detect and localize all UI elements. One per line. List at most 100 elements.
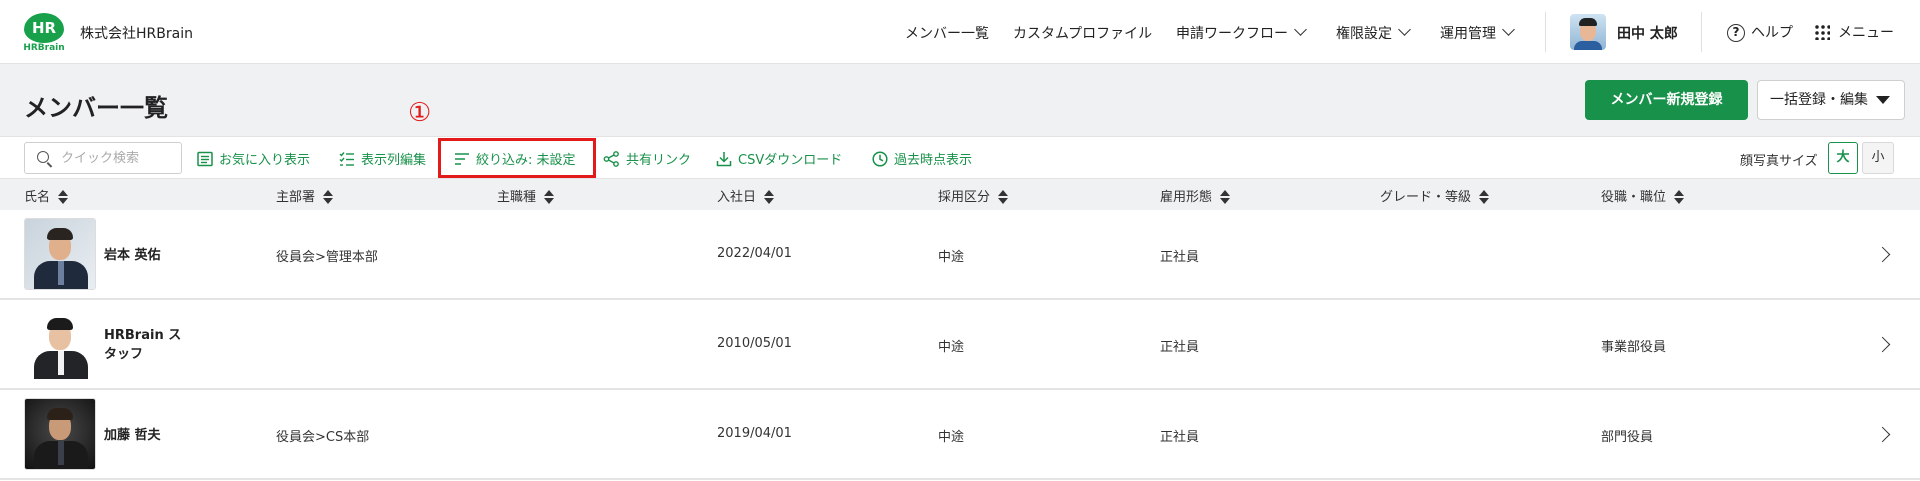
- column-header-label: 役職・職位: [1601, 190, 1667, 205]
- chevron-down-icon: [1398, 23, 1411, 36]
- column-header-label: 主職種: [497, 190, 537, 205]
- column-header-name[interactable]: 氏名: [24, 186, 69, 205]
- photo-size-label: 顔写真サイズ: [1740, 154, 1818, 169]
- avatar-shirt: [1574, 41, 1602, 50]
- chevron-right-icon[interactable]: [1874, 336, 1891, 353]
- chevron-right-icon[interactable]: [1874, 246, 1891, 263]
- nav-label: 権限設定: [1336, 26, 1392, 42]
- edit-columns-button[interactable]: 表示列編集: [339, 149, 426, 169]
- list-icon: [197, 151, 213, 166]
- sort-icon: [58, 189, 69, 204]
- title-bar: メンバー一覧 メンバー新規登録 一括登録・編集: [0, 64, 1920, 136]
- avatar-hair: [1579, 18, 1597, 26]
- nav-label: 運用管理: [1440, 26, 1496, 42]
- company-name: 株式会社HRBrain: [80, 26, 193, 42]
- list-toolbar: お気に入り表示 表示列編集 絞り込み: 未設定 共有リンク CSVダウンロード …: [0, 136, 1920, 178]
- member-name[interactable]: 加藤 哲夫: [104, 426, 184, 445]
- nav-permissions[interactable]: 権限設定: [1336, 23, 1411, 43]
- caret-down-icon: [1876, 96, 1890, 104]
- sort-icon: [998, 189, 1009, 204]
- search-input[interactable]: [61, 149, 176, 167]
- sort-icon: [764, 189, 775, 204]
- member-photo: [24, 218, 96, 290]
- member-department: 役員会>管理本部: [276, 250, 378, 265]
- photo-size-large-button[interactable]: 大: [1828, 142, 1858, 174]
- member-join-date: 2010/05/01: [717, 336, 792, 351]
- menu-label: メニュー: [1838, 25, 1894, 41]
- past-view-button[interactable]: 過去時点表示: [872, 149, 972, 169]
- table-header: 氏名 主部署 主職種 入社日 採用区分 雇用形態 グレード・等級 役職・職位: [0, 178, 1920, 210]
- chevron-down-icon: [1294, 23, 1307, 36]
- member-employment: 正社員: [1160, 340, 1200, 355]
- member-name[interactable]: HRBrain スタッフ: [104, 326, 184, 364]
- member-hiring: 中途: [938, 430, 965, 445]
- share-label: 共有リンク: [626, 153, 692, 168]
- sort-icon: [544, 189, 555, 204]
- grid-icon: [1814, 24, 1830, 40]
- member-employment: 正社員: [1160, 430, 1200, 445]
- add-member-button[interactable]: メンバー新規登録: [1585, 80, 1748, 120]
- app-header: HR HRBrain 株式会社HRBrain メンバー一覧 カスタムプロファイル…: [0, 0, 1920, 64]
- member-position: 事業部役員: [1601, 340, 1667, 355]
- column-header-department[interactable]: 主部署: [276, 186, 334, 205]
- columns-icon: [339, 151, 354, 166]
- hrbrain-logo[interactable]: HR HRBrain: [22, 13, 66, 55]
- photo-hair: [47, 408, 73, 420]
- sort-icon: [1674, 189, 1685, 204]
- column-header-label: 雇用形態: [1160, 190, 1213, 205]
- bulk-edit-button[interactable]: 一括登録・編集: [1757, 80, 1905, 120]
- member-employment: 正社員: [1160, 250, 1200, 265]
- nav-workflow[interactable]: 申請ワークフロー: [1176, 23, 1307, 43]
- member-hiring: 中途: [938, 250, 965, 265]
- chevron-right-icon[interactable]: [1874, 426, 1891, 443]
- chevron-down-icon: [1502, 23, 1515, 36]
- header-divider: [1701, 12, 1702, 52]
- nav-custom-profile[interactable]: カスタムプロファイル: [1013, 23, 1152, 43]
- share-link-button[interactable]: 共有リンク: [603, 149, 691, 169]
- member-join-date: 2022/04/01: [717, 246, 792, 261]
- column-header-employment[interactable]: 雇用形態: [1160, 186, 1231, 205]
- nav-label: カスタムプロファイル: [1013, 26, 1153, 42]
- menu-button[interactable]: メニュー: [1814, 22, 1894, 42]
- photo-tie: [58, 441, 64, 465]
- help-link[interactable]: ? ヘルプ: [1727, 22, 1793, 42]
- sort-icon: [323, 189, 334, 204]
- page-title: メンバー一覧: [24, 94, 168, 122]
- past-view-label: 過去時点表示: [894, 153, 973, 168]
- column-header-hiring[interactable]: 採用区分: [938, 186, 1009, 205]
- member-photo: [24, 308, 96, 380]
- user-name[interactable]: 田中 太郎: [1617, 23, 1678, 43]
- annotation-highlight-box: [438, 138, 596, 178]
- edit-columns-label: 表示列編集: [361, 153, 427, 168]
- member-name[interactable]: 岩本 英佑: [104, 246, 184, 265]
- favorites-label: お気に入り表示: [219, 153, 311, 168]
- table-row[interactable]: 加藤 哲夫 役員会>CS本部 2019/04/01 中途 正社員 部門役員: [0, 390, 1920, 480]
- column-header-grade[interactable]: グレード・等級: [1380, 186, 1490, 205]
- quick-search[interactable]: [24, 142, 182, 174]
- nav-operations[interactable]: 運用管理: [1440, 23, 1515, 43]
- member-hiring: 中途: [938, 340, 965, 355]
- photo-size-small-button[interactable]: 小: [1862, 142, 1894, 174]
- header-divider: [1545, 12, 1546, 52]
- favorites-button[interactable]: お気に入り表示: [197, 149, 310, 169]
- column-header-job-type[interactable]: 主職種: [497, 186, 555, 205]
- download-icon: [716, 151, 732, 166]
- logo-subtext: HRBrain: [23, 43, 65, 53]
- nav-member-list[interactable]: メンバー一覧: [905, 23, 989, 43]
- column-header-label: グレード・等級: [1380, 190, 1472, 205]
- column-header-join-date[interactable]: 入社日: [717, 186, 775, 205]
- column-header-label: 主部署: [276, 190, 316, 205]
- nav-label: 申請ワークフロー: [1176, 26, 1288, 42]
- search-icon: [37, 151, 49, 163]
- annotation-marker: ①: [408, 98, 432, 128]
- user-avatar[interactable]: [1570, 14, 1606, 50]
- table-row[interactable]: HRBrain スタッフ 2010/05/01 中途 正社員 事業部役員: [0, 300, 1920, 390]
- csv-label: CSVダウンロード: [738, 153, 843, 168]
- help-label: ヘルプ: [1751, 25, 1793, 41]
- table-row[interactable]: 岩本 英佑 役員会>管理本部 2022/04/01 中途 正社員: [0, 210, 1920, 300]
- photo-shirt: [58, 351, 64, 375]
- photo-tie: [58, 261, 64, 285]
- column-header-position[interactable]: 役職・職位: [1601, 186, 1685, 205]
- member-position: 部門役員: [1601, 430, 1654, 445]
- csv-download-button[interactable]: CSVダウンロード: [716, 149, 842, 169]
